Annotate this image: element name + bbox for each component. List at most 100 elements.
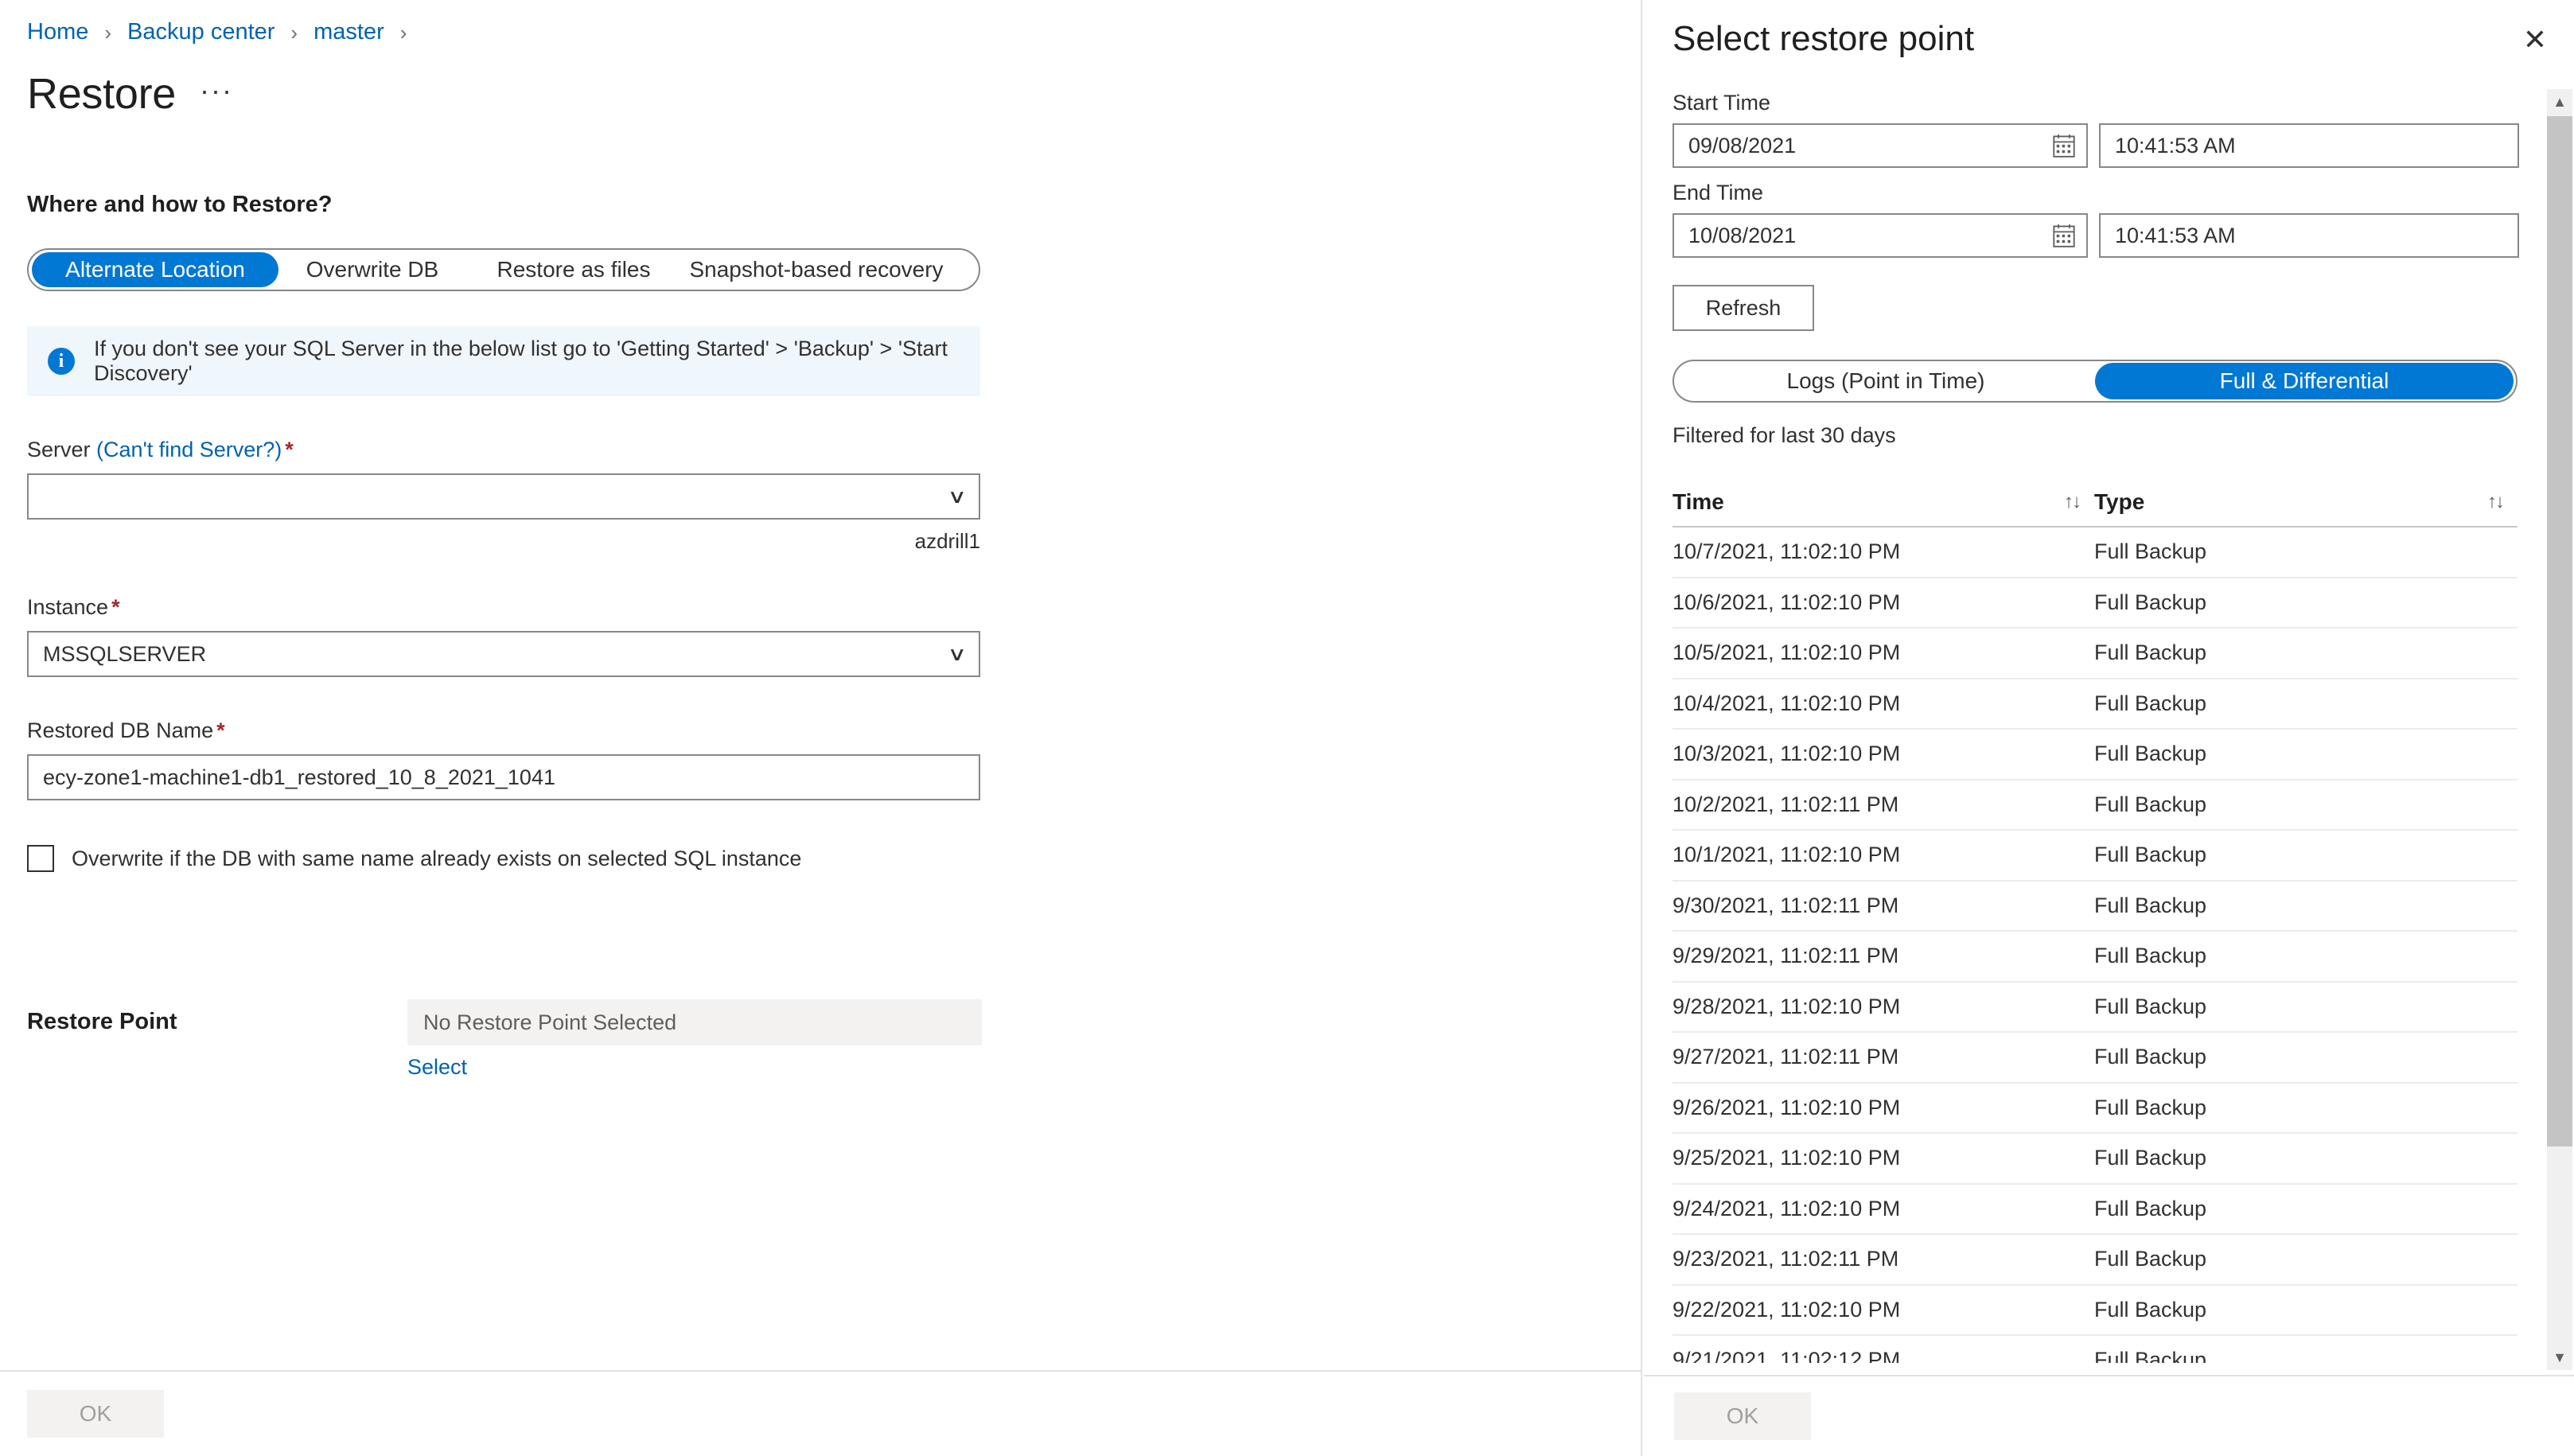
azure-restore-screen: Home › Backup center › master › Restore …: [0, 0, 2574, 1456]
cell-type: Full Backup: [2094, 539, 2207, 564]
restore-point-select-link[interactable]: Select: [407, 1055, 1641, 1080]
scroll-down-arrow-icon[interactable]: ▼: [2547, 1345, 2572, 1370]
end-date-input[interactable]: 10/08/2021: [1673, 213, 2088, 258]
close-icon[interactable]: ✕: [2523, 19, 2547, 54]
table-row[interactable]: 9/21/2021, 11:02:12 PM Full Backup: [1673, 1336, 2518, 1363]
restore-ok-button[interactable]: OK: [27, 1390, 164, 1438]
table-row[interactable]: 10/4/2021, 11:02:10 PM Full Backup: [1673, 679, 2518, 730]
cell-type: Full Backup: [2094, 1045, 2207, 1069]
table-row[interactable]: 10/3/2021, 11:02:10 PM Full Backup: [1673, 730, 2518, 781]
end-time-input[interactable]: 10:41:53 AM: [2099, 213, 2519, 258]
table-row[interactable]: 9/30/2021, 11:02:11 PM Full Backup: [1673, 882, 2518, 932]
sort-icon[interactable]: ↑↓: [2487, 491, 2518, 513]
start-time-input[interactable]: 10:41:53 AM: [2099, 123, 2519, 168]
server-field-label: Server (Can't find Server?) *: [27, 438, 1641, 462]
cell-time: 9/24/2021, 11:02:10 PM: [1673, 1196, 1901, 1220]
restored-db-name-value: ecy-zone1-machine1-db1_restored_10_8_202…: [43, 765, 555, 789]
table-row[interactable]: 9/24/2021, 11:02:10 PM Full Backup: [1673, 1185, 2518, 1235]
panel-scrollbar[interactable]: ▲ ▼: [2547, 89, 2572, 1370]
column-header-type[interactable]: Type ↑↓: [2094, 489, 2518, 515]
instance-dropdown[interactable]: MSSQLSERVER ∨: [27, 631, 980, 677]
breadcrumb-item-master[interactable]: master: [313, 21, 384, 44]
restored-db-name-input[interactable]: ecy-zone1-machine1-db1_restored_10_8_202…: [27, 754, 980, 800]
section-heading-where-and-how: Where and how to Restore?: [27, 192, 333, 217]
start-time-row: 09/08/2021 10:41:53 AM: [1673, 123, 2545, 168]
cell-time: 10/3/2021, 11:02:10 PM: [1673, 742, 1901, 766]
tab-overwrite-db[interactable]: Overwrite DB: [278, 252, 466, 287]
table-row[interactable]: 10/5/2021, 11:02:10 PM Full Backup: [1673, 629, 2518, 679]
cell-type: Full Backup: [2094, 843, 2207, 867]
restore-point-type-toggle: Logs (Point in Time) Full & Differential: [1673, 360, 2518, 403]
server-label-text: Server: [27, 438, 91, 461]
cell-type: Full Backup: [2094, 590, 2207, 614]
table-row[interactable]: 10/6/2021, 11:02:10 PM Full Backup: [1673, 578, 2518, 629]
chevron-down-icon: ∨: [947, 643, 968, 665]
calendar-icon[interactable]: [2053, 224, 2075, 247]
calendar-icon[interactable]: [2053, 134, 2075, 158]
server-dropdown[interactable]: ∨: [27, 473, 980, 520]
cell-time: 9/22/2021, 11:02:10 PM: [1673, 1297, 1901, 1322]
select-restore-point-ok-button[interactable]: OK: [1674, 1392, 1811, 1440]
overwrite-db-checkbox[interactable]: [27, 845, 54, 872]
cell-type: Full Backup: [2094, 691, 2207, 715]
cell-time: 10/1/2021, 11:02:10 PM: [1673, 843, 1901, 867]
sort-ascending-icon[interactable]: ↑↓: [2064, 491, 2094, 513]
restore-blade: Home › Backup center › master › Restore …: [0, 0, 1642, 1456]
cell-time: 9/25/2021, 11:02:10 PM: [1673, 1146, 1901, 1170]
end-time-row: 10/08/2021 10:41:53 AM: [1673, 213, 2545, 258]
tab-alternate-location[interactable]: Alternate Location: [32, 252, 278, 287]
table-row[interactable]: 9/29/2021, 11:02:11 PM Full Backup: [1673, 932, 2518, 983]
chevron-down-icon: ∨: [947, 485, 968, 508]
tab-snapshot-based-recovery[interactable]: Snapshot-based recovery: [681, 252, 952, 287]
breadcrumb-separator-icon: ›: [399, 20, 407, 45]
restore-point-label: Restore Point: [27, 1009, 177, 1034]
table-row[interactable]: 9/26/2021, 11:02:10 PM Full Backup: [1673, 1084, 2518, 1134]
select-restore-point-title: Select restore point: [1673, 19, 1975, 58]
filter-note: Filtered for last 30 days: [1673, 423, 1896, 447]
cant-find-server-link[interactable]: (Can't find Server?): [96, 438, 282, 461]
restore-point-row: Restore Point No Restore Point Selected …: [27, 999, 1641, 1080]
cell-time: 9/27/2021, 11:02:11 PM: [1673, 1045, 1899, 1069]
table-row[interactable]: 10/1/2021, 11:02:10 PM Full Backup: [1673, 831, 2518, 882]
column-header-time[interactable]: Time ↑↓: [1673, 489, 2094, 515]
page-title: Restore: [27, 70, 176, 118]
info-banner: i If you don't see your SQL Server in th…: [27, 326, 980, 396]
table-row[interactable]: 10/2/2021, 11:02:11 PM Full Backup: [1673, 781, 2518, 831]
restored-db-name-label-text: Restored DB Name: [27, 718, 214, 742]
cell-type: Full Backup: [2094, 994, 2207, 1018]
cell-time: 10/2/2021, 11:02:11 PM: [1673, 792, 1899, 816]
table-row[interactable]: 9/28/2021, 11:02:10 PM Full Backup: [1673, 983, 2518, 1033]
scroll-up-arrow-icon[interactable]: ▲: [2547, 89, 2572, 115]
server-required-mark: *: [285, 438, 294, 461]
breadcrumb: Home › Backup center › master ›: [27, 21, 1641, 44]
cell-time: 9/23/2021, 11:02:11 PM: [1673, 1247, 1899, 1271]
table-row[interactable]: 9/27/2021, 11:02:11 PM Full Backup: [1673, 1033, 2518, 1084]
instance-label-text: Instance: [27, 595, 109, 619]
instance-required-mark: *: [111, 595, 120, 619]
overwrite-db-checkbox-row[interactable]: Overwrite if the DB with same name alrea…: [27, 845, 1641, 872]
table-row[interactable]: 9/22/2021, 11:02:10 PM Full Backup: [1673, 1286, 2518, 1336]
more-options-button[interactable]: ···: [200, 74, 233, 119]
start-time-label: Start Time: [1673, 91, 1771, 115]
cell-time: 9/21/2021, 11:02:12 PM: [1673, 1348, 1901, 1363]
cell-type: Full Backup: [2094, 1348, 2207, 1363]
tab-restore-as-files[interactable]: Restore as files: [466, 252, 681, 287]
select-restore-point-header: Select restore point ✕: [1644, 0, 2574, 59]
table-row[interactable]: 9/25/2021, 11:02:10 PM Full Backup: [1673, 1134, 2518, 1185]
breadcrumb-item-home[interactable]: Home: [27, 21, 88, 44]
table-row[interactable]: 10/7/2021, 11:02:10 PM Full Backup: [1673, 528, 2518, 578]
select-restore-point-content: Start Time 09/08/2021 10:41:53 AM End Ti…: [1644, 91, 2574, 1363]
info-banner-text: If you don't see your SQL Server in the …: [94, 337, 948, 385]
table-row[interactable]: 9/23/2021, 11:02:11 PM Full Backup: [1673, 1235, 2518, 1286]
server-helper-text: azdrill1: [914, 529, 980, 553]
table-header-row: Time ↑↓ Type ↑↓: [1673, 478, 2518, 528]
end-time-value: 10:41:53 AM: [2115, 223, 2236, 247]
breadcrumb-item-backup-center[interactable]: Backup center: [127, 21, 275, 44]
refresh-button[interactable]: Refresh: [1673, 285, 1814, 331]
scrollbar-thumb[interactable]: [2547, 116, 2572, 1147]
end-date-value: 10/08/2021: [1688, 223, 1797, 247]
toggle-full-and-differential[interactable]: Full & Differential: [2095, 363, 2514, 399]
cell-type: Full Backup: [2094, 792, 2207, 816]
start-date-input[interactable]: 09/08/2021: [1673, 123, 2088, 168]
toggle-logs-point-in-time[interactable]: Logs (Point in Time): [1676, 363, 2095, 399]
